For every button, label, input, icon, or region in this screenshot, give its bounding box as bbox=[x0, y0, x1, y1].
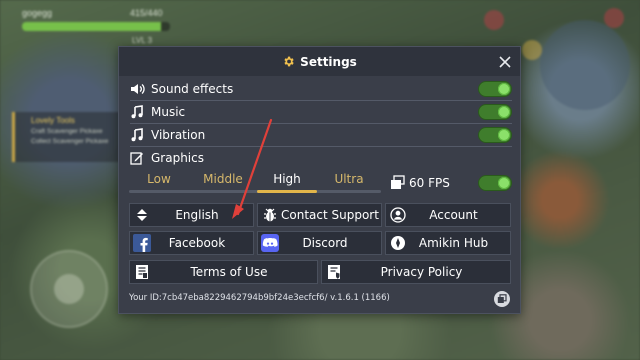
music-toggle[interactable] bbox=[478, 104, 512, 120]
document-icon bbox=[131, 261, 153, 283]
toggle-knob bbox=[498, 177, 510, 189]
terms-of-use-button[interactable]: Terms of Use bbox=[129, 260, 318, 284]
hud-icon[interactable] bbox=[522, 40, 542, 60]
sound-effects-toggle[interactable] bbox=[478, 81, 512, 97]
music-note-icon bbox=[130, 127, 148, 143]
quality-ultra[interactable]: Ultra bbox=[319, 172, 379, 186]
user-id-version: Your ID:7cb47eba8229462794b9bf24e3ecfcf6… bbox=[129, 293, 390, 303]
discord-icon bbox=[259, 232, 281, 254]
hud-icon[interactable] bbox=[484, 10, 504, 30]
facebook-icon bbox=[131, 232, 153, 254]
quality-track bbox=[129, 190, 381, 193]
toggle-knob bbox=[498, 83, 510, 95]
privacy-policy-button[interactable]: Privacy Policy bbox=[321, 260, 511, 284]
sound-effects-label: Sound effects bbox=[151, 82, 234, 96]
vibration-toggle[interactable] bbox=[478, 127, 512, 143]
quest-item: Craft Scavenger Pickaxe bbox=[31, 128, 103, 135]
graphics-quality-selector[interactable]: Low Middle High Ultra bbox=[129, 170, 381, 193]
quality-low[interactable]: Low bbox=[129, 172, 189, 186]
layers-icon bbox=[390, 175, 405, 190]
amikin-hub-button[interactable]: Amikin Hub bbox=[385, 231, 511, 255]
copy-icon bbox=[497, 294, 507, 303]
contact-support-label: Contact Support bbox=[281, 208, 379, 222]
settings-header: Settings bbox=[119, 47, 520, 76]
vibration-label: Vibration bbox=[151, 128, 206, 142]
player-name: gogegg bbox=[22, 8, 53, 18]
account-button[interactable]: Account bbox=[385, 203, 511, 227]
virtual-joystick[interactable] bbox=[30, 250, 108, 328]
quest-tracker[interactable]: Lovely Tools Craft Scavenger Pickaxe Col… bbox=[12, 112, 124, 162]
bug-icon bbox=[259, 204, 281, 226]
quest-item: Collect Scavenger Pickaxe bbox=[31, 138, 109, 145]
amikin-hub-label: Amikin Hub bbox=[418, 236, 489, 250]
shield-document-icon bbox=[323, 261, 345, 283]
copy-id-button[interactable] bbox=[494, 291, 510, 307]
music-row: Music bbox=[130, 101, 512, 123]
fps-setting: 60 FPS bbox=[390, 175, 450, 190]
user-icon bbox=[387, 204, 409, 226]
discord-label: Discord bbox=[302, 236, 348, 250]
facebook-button[interactable]: Facebook bbox=[129, 231, 254, 255]
settings-title: Settings bbox=[300, 54, 357, 69]
language-button[interactable]: English bbox=[129, 203, 254, 227]
quality-selected-indicator bbox=[257, 190, 317, 193]
close-icon bbox=[499, 56, 511, 68]
sound-effects-row: Sound effects bbox=[130, 78, 512, 100]
graphics-row: Graphics bbox=[130, 147, 512, 169]
sort-arrows-icon bbox=[131, 204, 153, 226]
minimap bbox=[540, 20, 630, 110]
discord-button[interactable]: Discord bbox=[257, 231, 382, 255]
level-text: LVL 3 bbox=[132, 36, 153, 45]
quality-middle[interactable]: Middle bbox=[193, 172, 253, 186]
music-label: Music bbox=[151, 105, 186, 119]
toggle-knob bbox=[498, 129, 510, 141]
edit-icon bbox=[130, 150, 148, 166]
hp-text: 415/440 bbox=[130, 8, 163, 18]
quest-title: Lovely Tools bbox=[31, 116, 75, 125]
graphics-label: Graphics bbox=[151, 151, 204, 165]
privacy-policy-label: Privacy Policy bbox=[380, 265, 463, 279]
amikin-hub-icon bbox=[387, 232, 409, 254]
toggle-knob bbox=[498, 106, 510, 118]
fps-toggle[interactable] bbox=[478, 175, 512, 191]
terms-of-use-label: Terms of Use bbox=[190, 265, 268, 279]
language-label: English bbox=[175, 208, 219, 222]
speaker-icon bbox=[130, 81, 148, 97]
gear-icon bbox=[282, 55, 295, 68]
facebook-label: Facebook bbox=[168, 236, 226, 250]
account-label: Account bbox=[429, 208, 478, 222]
quality-high[interactable]: High bbox=[257, 172, 317, 186]
close-button[interactable] bbox=[498, 54, 512, 68]
hp-bar bbox=[22, 22, 170, 31]
fps-label: 60 FPS bbox=[409, 175, 450, 190]
vibration-row: Vibration bbox=[130, 124, 512, 146]
music-note-icon bbox=[130, 104, 148, 120]
hp-bar-fill bbox=[22, 22, 162, 31]
hud-icon[interactable] bbox=[604, 8, 624, 28]
contact-support-button[interactable]: Contact Support bbox=[257, 203, 382, 227]
